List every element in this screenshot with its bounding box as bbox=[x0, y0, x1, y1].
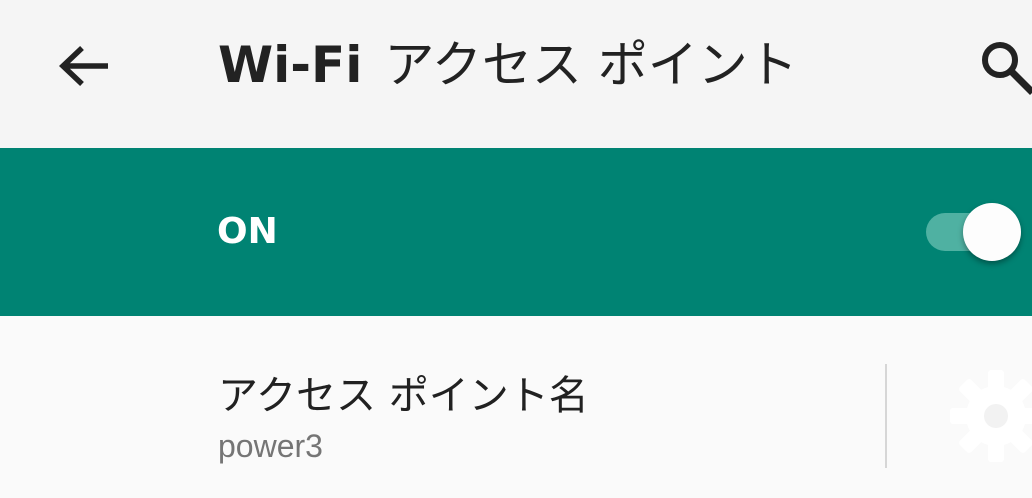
page-title-primary: Wi-Fi bbox=[218, 36, 363, 94]
settings-icon bbox=[950, 370, 1032, 462]
access-point-name-summary: power3 bbox=[218, 428, 323, 464]
access-point-name-item[interactable]: アクセス ポイント名 power3 bbox=[0, 316, 1032, 498]
access-point-name-title: アクセス ポイント名 bbox=[218, 373, 589, 419]
master-switch-bar[interactable]: ON bbox=[0, 148, 1032, 316]
arrow-back-icon bbox=[59, 46, 108, 86]
app-bar: Wi-Fi アクセス ポイント bbox=[0, 0, 1032, 148]
access-point-settings-button[interactable] bbox=[900, 356, 1032, 476]
master-toggle-switch[interactable] bbox=[922, 200, 1026, 266]
item-divider bbox=[885, 364, 887, 468]
search-button[interactable] bbox=[968, 26, 1032, 106]
page-title: Wi-Fi アクセス ポイント bbox=[218, 30, 798, 100]
switch-label: ON bbox=[217, 211, 278, 252]
toggle-thumb bbox=[963, 203, 1021, 261]
page-title-secondary: アクセス ポイント bbox=[384, 36, 798, 94]
back-button[interactable] bbox=[44, 26, 124, 106]
search-icon bbox=[982, 42, 1032, 95]
